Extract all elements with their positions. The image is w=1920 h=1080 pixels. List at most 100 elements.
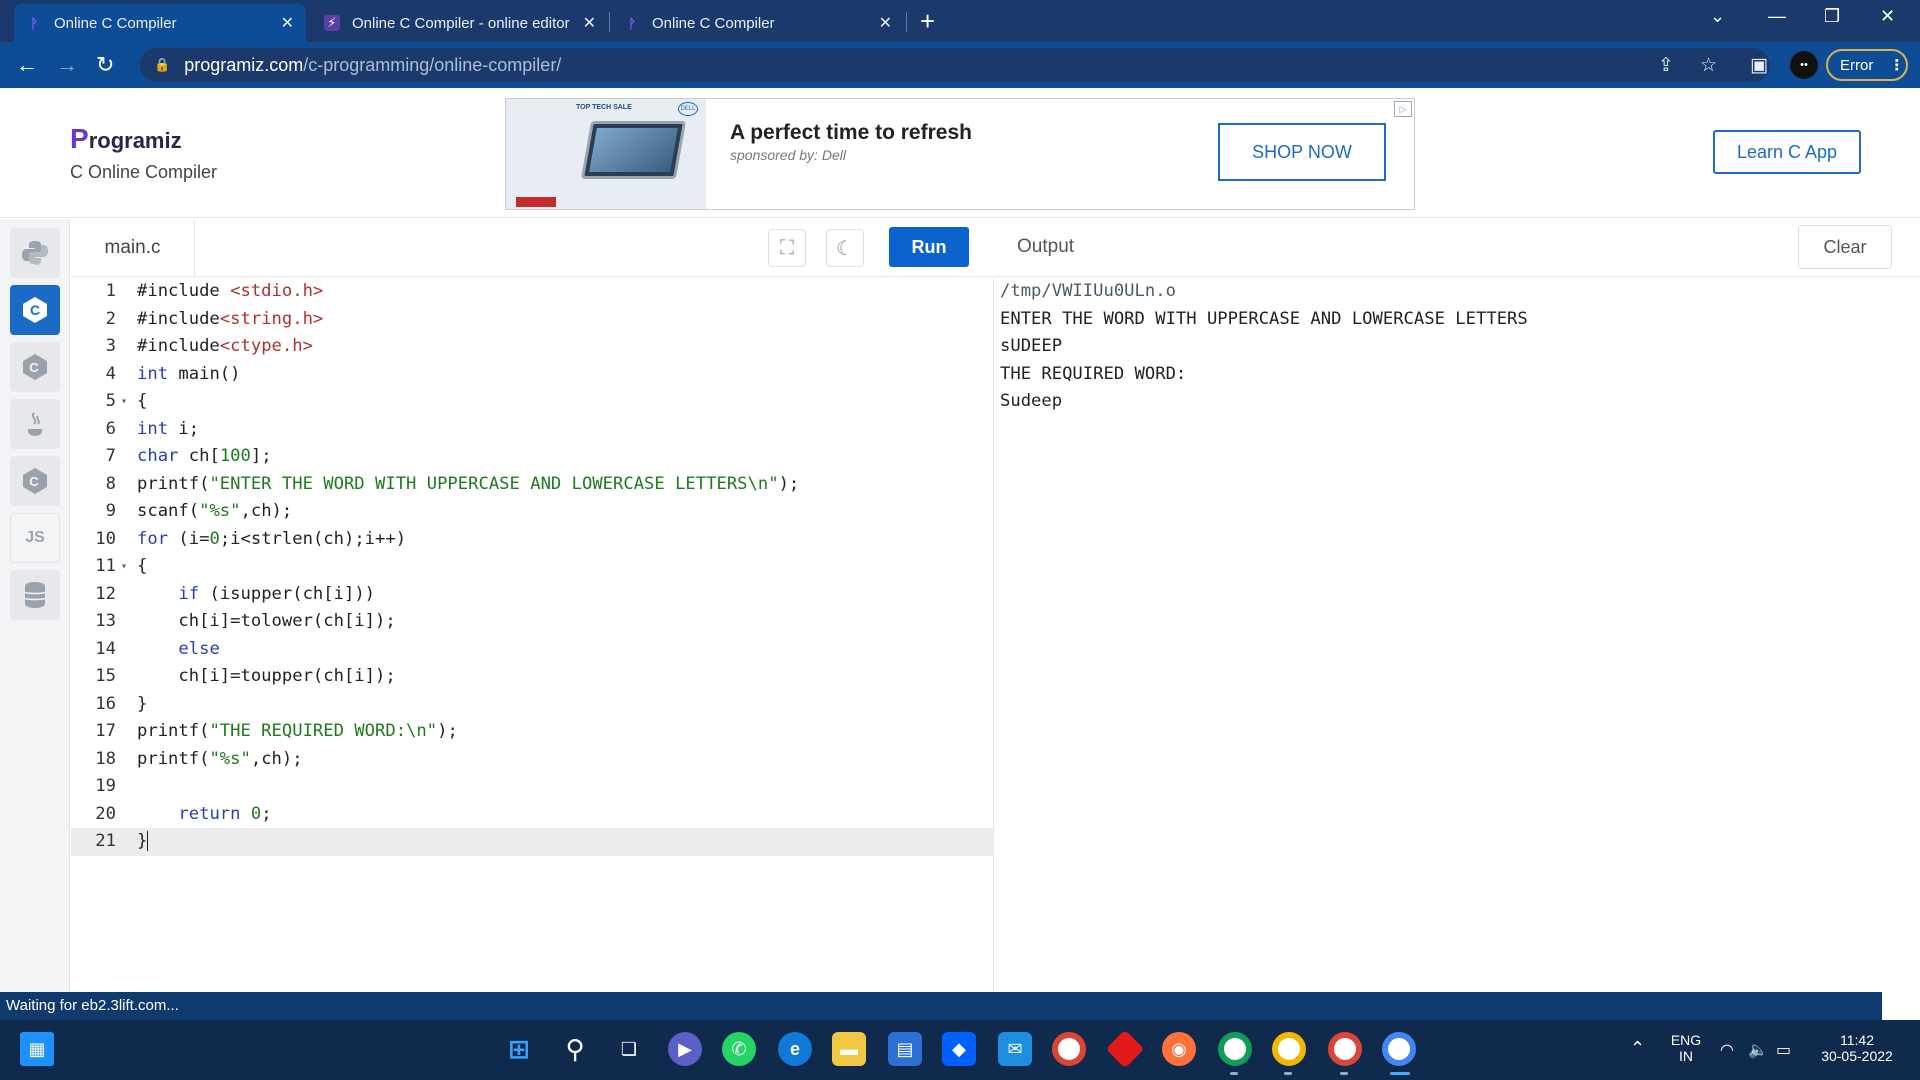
close-tab-icon[interactable]: ✕	[281, 13, 294, 33]
line-number: 2	[105, 308, 116, 329]
code-line: 15 ch[i]=toupper(ch[i]);	[71, 663, 994, 691]
csharp-icon[interactable]: C	[10, 456, 60, 506]
battery-icon[interactable]: ▭	[1776, 1040, 1791, 1060]
svg-text:C: C	[29, 474, 39, 489]
profile-avatar[interactable]: ••	[1790, 51, 1818, 79]
code-line: 17 printf("THE REQUIRED WORD:\n");	[71, 718, 994, 746]
line-number: 12	[95, 583, 116, 604]
fold-arrow-icon[interactable]: ▾	[121, 553, 127, 581]
chrome-profile-icon[interactable]	[1272, 1032, 1306, 1066]
browser-tab-3[interactable]: ᚹ Online C Compiler ✕	[612, 4, 904, 42]
line-number: 20	[95, 803, 116, 824]
edge-icon[interactable]: e	[778, 1032, 812, 1066]
browser-tab-2[interactable]: ⚡ Online C Compiler - online editor ✕	[312, 4, 608, 42]
clock[interactable]: 11:42 30-05-2022	[1812, 1032, 1902, 1064]
line-number: 21	[95, 831, 116, 851]
clear-button[interactable]: Clear	[1798, 225, 1892, 269]
tab-title: Online C Compiler	[652, 14, 775, 32]
share-icon[interactable]: ⇪	[1658, 54, 1674, 77]
close-tab-icon[interactable]: ✕	[879, 13, 892, 33]
output-line: THE REQUIRED WORD:	[1000, 363, 1187, 384]
back-arrow-icon[interactable]: ←	[16, 52, 38, 78]
mail-icon[interactable]: ✉	[998, 1032, 1032, 1066]
ad-laptop-image[interactable]: TOP TECH SALE DELL	[506, 99, 706, 209]
line-number: 5	[105, 391, 116, 411]
file-tab-main-c[interactable]: main.c	[71, 219, 195, 277]
windows-start-icon[interactable]: ⊞	[502, 1032, 536, 1066]
file-explorer-icon[interactable]: ▬	[832, 1032, 866, 1066]
java-icon[interactable]	[10, 399, 60, 449]
lang-code: ENG	[1670, 1032, 1702, 1048]
error-button[interactable]: Error ⋮	[1826, 49, 1908, 81]
output-line: /tmp/VWIIUu0ULn.o	[1000, 281, 1176, 301]
bookmark-star-icon[interactable]: ☆	[1700, 54, 1717, 77]
restore-button[interactable]: ❐	[1824, 6, 1840, 27]
code-line: 6 int i;	[71, 416, 994, 444]
code-line: 12 if (isupper(ch[i]))	[71, 581, 994, 609]
clock-date: 30-05-2022	[1821, 1048, 1893, 1064]
url-input[interactable]: 🔒 programiz.com /c-programming/online-co…	[140, 48, 1770, 82]
clock-time: 11:42	[1840, 1032, 1874, 1048]
learn-c-app-button[interactable]: Learn C App	[1713, 130, 1861, 174]
chrome-icon[interactable]	[1052, 1032, 1086, 1066]
widgets-icon[interactable]: ▦	[20, 1032, 54, 1066]
code-line: 5 ▾{	[71, 388, 994, 416]
tab-search-icon[interactable]: ⌄	[1710, 6, 1725, 27]
close-window-button[interactable]: ✕	[1880, 6, 1895, 27]
tab-separator	[609, 12, 610, 32]
browser-tab-1[interactable]: ᚹ Online C Compiler ✕	[14, 4, 306, 42]
line-number: 6	[105, 418, 116, 439]
language-indicator[interactable]: ENG IN	[1666, 1032, 1706, 1064]
search-icon[interactable]: ⚲	[558, 1032, 592, 1066]
firefox-icon[interactable]: ◉	[1162, 1032, 1196, 1066]
shop-now-button[interactable]: SHOP NOW	[1218, 123, 1386, 181]
line-number: 4	[105, 363, 116, 384]
javascript-icon[interactable]: JS	[10, 513, 60, 563]
code-editor[interactable]: 1 #include <stdio.h> 2 #include<string.h> …	[71, 278, 994, 992]
dark-mode-moon-icon[interactable]: ☾	[826, 229, 864, 267]
wifi-icon[interactable]: ◠	[1720, 1040, 1734, 1060]
browser-tab-bar: ᚹ Online C Compiler ✕ ⚡ Online C Compile…	[0, 0, 1920, 42]
anydesk-icon[interactable]	[1105, 1029, 1145, 1069]
c-language-icon[interactable]: C	[10, 285, 60, 335]
cpp-icon[interactable]: C	[10, 342, 60, 392]
reload-icon[interactable]: ↻	[96, 52, 114, 78]
programiz-favicon-icon: ᚹ	[628, 15, 636, 31]
microsoft-store-icon[interactable]: ▤	[888, 1032, 922, 1066]
bolt-favicon-icon: ⚡	[324, 15, 340, 31]
more-menu-icon[interactable]: ⋮	[1889, 56, 1904, 74]
chrome-profile-icon[interactable]	[1328, 1032, 1362, 1066]
task-view-icon[interactable]: ❏	[612, 1032, 646, 1066]
line-number: 14	[95, 638, 116, 659]
fold-arrow-icon[interactable]: ▾	[121, 388, 127, 416]
programiz-favicon-icon: ᚹ	[30, 15, 38, 31]
side-panel-icon[interactable]: ▣	[1750, 54, 1768, 77]
teams-chat-icon[interactable]: ▶	[668, 1032, 702, 1066]
line-number: 13	[95, 611, 116, 631]
code-line: 3 #include<ctype.h>	[71, 333, 994, 361]
show-hidden-icons-chevron-icon[interactable]: ⌃	[1630, 1038, 1645, 1059]
minimize-button[interactable]: —	[1768, 6, 1786, 27]
advertisement-banner[interactable]: TOP TECH SALE DELL A perfect time to ref…	[505, 98, 1415, 210]
whatsapp-icon[interactable]: ✆	[722, 1032, 756, 1066]
new-tab-button[interactable]: +	[920, 6, 935, 37]
windows-taskbar: ▦ ⊞ ⚲ ❏ ▶ ✆ e ▬ ▤ ◆ ✉ ◉ ⌃ ENG IN ◠ 🔈 ▭ 1…	[0, 1020, 1920, 1080]
close-tab-icon[interactable]: ✕	[583, 13, 596, 33]
lock-icon[interactable]: 🔒	[154, 57, 170, 73]
fullscreen-icon[interactable]: ⛶	[768, 229, 806, 267]
dropbox-icon[interactable]: ◆	[942, 1032, 976, 1066]
forward-arrow-icon[interactable]: →	[56, 52, 78, 78]
volume-icon[interactable]: 🔈	[1748, 1040, 1768, 1060]
output-console[interactable]: /tmp/VWIIUu0ULn.o ENTER THE WORD WITH UP…	[995, 278, 1920, 992]
python-icon[interactable]	[10, 228, 60, 278]
ad-choices-icon[interactable]: ▷	[1394, 101, 1412, 117]
chrome-profile-icon[interactable]	[1218, 1032, 1252, 1066]
svg-text:C: C	[30, 302, 40, 318]
run-button[interactable]: Run	[889, 227, 969, 267]
chrome-active-icon[interactable]	[1382, 1032, 1416, 1066]
error-label: Error	[1840, 56, 1874, 74]
ad-title[interactable]: A perfect time to refresh	[730, 121, 972, 145]
ad-image-badge: TOP TECH SALE	[576, 104, 632, 111]
programiz-logo[interactable]: Programiz	[70, 123, 182, 155]
database-icon[interactable]	[10, 570, 60, 620]
